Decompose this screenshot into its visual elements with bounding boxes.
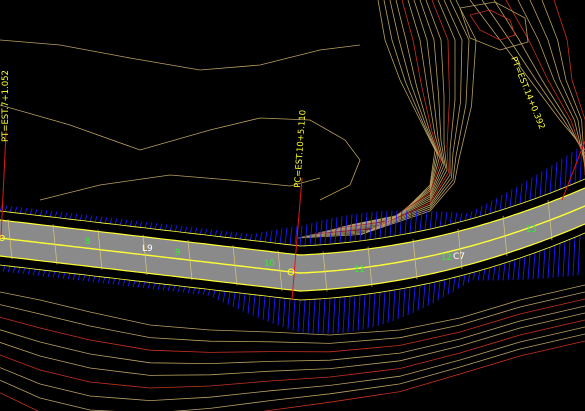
section-tick-label: 12 — [441, 253, 452, 263]
drawing-canvas[interactable]: PT=EST.7+1.052 PC=EST.10+5.110 PT=EST.14… — [0, 0, 585, 411]
section-tick-label: 11 — [354, 265, 365, 275]
section-tick-label: 9 — [175, 248, 180, 258]
section-tick-label: 13 — [526, 225, 537, 235]
section-tick-label: 10 — [264, 259, 275, 269]
station-label-pt-left: PT=EST.7+1.052 — [1, 70, 11, 142]
segment-label-curve[interactable]: C7 — [453, 252, 465, 262]
drawing-background — [0, 0, 585, 411]
section-tick-label: 8 — [85, 237, 90, 247]
segment-label-tangent[interactable]: L9 — [142, 244, 153, 254]
